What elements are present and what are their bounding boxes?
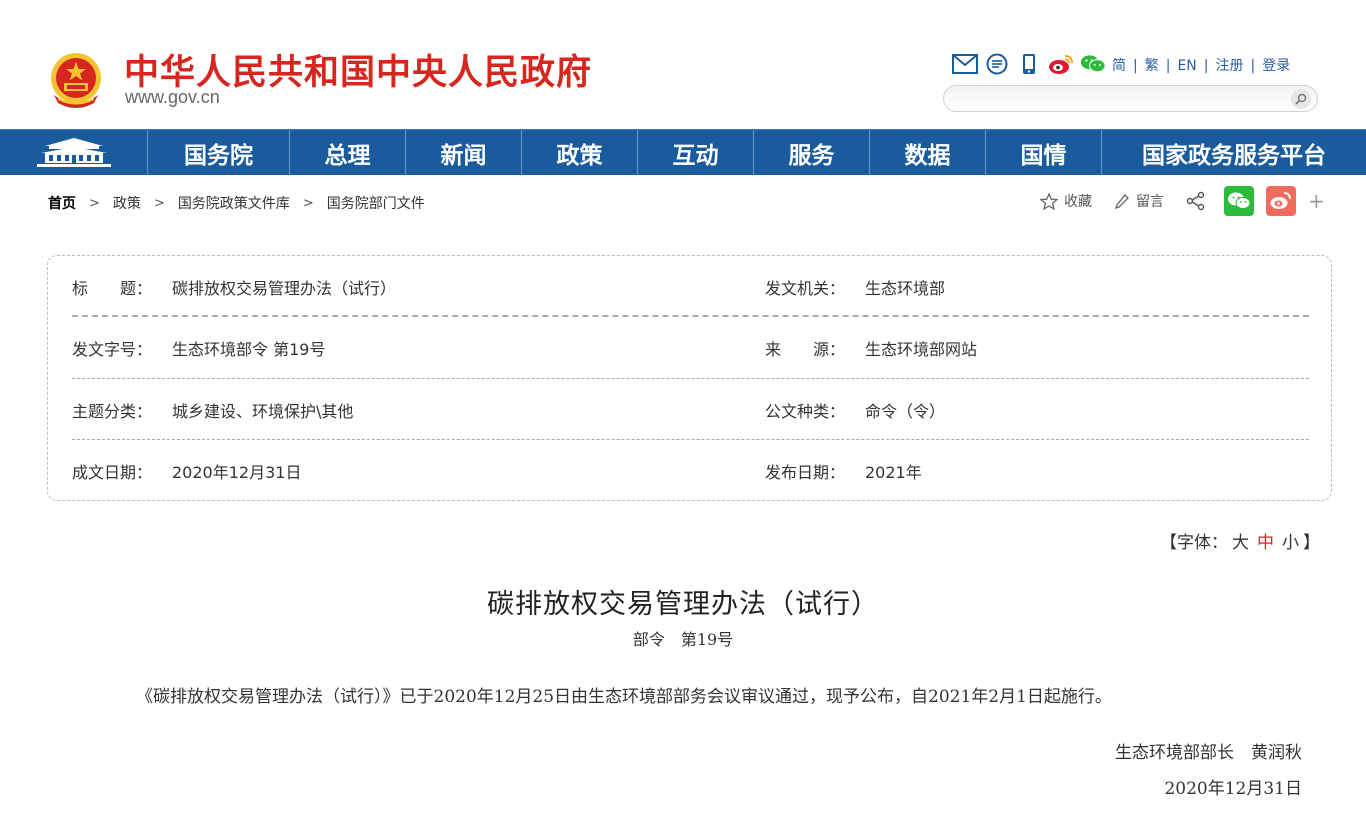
font-size-prefix: 【字体： [1160,533,1228,553]
comment-button[interactable]: 留言 [1114,191,1164,211]
info-row: 发文字号： 生态环境部令 第19号 来 源： 生态环境部网站 [72,317,1309,379]
doc-number-value: 生态环境部令 第19号 [172,340,326,359]
nav-item-national-profile[interactable]: 国情 [986,130,1102,175]
mail-icon[interactable] [952,51,978,77]
nav-item-government-service-platform[interactable]: 国家政务服务平台 [1102,130,1366,175]
divider: | [1203,58,1209,74]
wechat-share-icon[interactable] [1224,186,1254,216]
issuer-value: 生态环境部 [865,279,946,298]
written-date-value: 2020年12月31日 [172,463,302,482]
document-info-table: 标 题： 碳排放权交易管理办法（试行） 发文机关： 生态环境部 发文字号： 生态环境部… [47,255,1332,501]
info-row: 成文日期： 2020年12月31日 发布日期： 2021年 [72,440,1309,501]
register-link[interactable]: 注册 [1215,58,1243,74]
nav-item-policy[interactable]: 政策 [522,130,638,175]
main-nav: 国务院 总理 新闻 政策 互动 服务 数据 国情 国家政务服务平台 [0,129,1366,175]
info-cell-doc-type: 公文种类： 命令（令） [765,398,945,422]
top-icon-bar [952,51,1112,77]
weibo-share-icon[interactable] [1266,186,1296,216]
lang-english-link[interactable]: EN [1177,58,1196,74]
doc-number-label: 发文字号： [72,340,153,359]
search-input[interactable] [956,89,1286,109]
info-row: 标 题： 碳排放权交易管理办法（试行） 发文机关： 生态环境部 [72,256,1309,317]
breadcrumb-department-docs[interactable]: 国务院部门文件 [327,193,425,213]
favorite-label: 收藏 [1064,194,1092,210]
chevron-right-icon: > [302,195,314,211]
nav-item-premier[interactable]: 总理 [290,130,406,175]
article-signer: 生态环境部部长 黄润秋 [1115,743,1302,763]
nav-item-data[interactable]: 数据 [870,130,986,175]
article-body-paragraph: 《碳排放权交易管理办法（试行）》已于2020年12月25日由生态环境部部务会议审… [136,687,1112,707]
title-value: 碳排放权交易管理办法（试行） [172,279,397,298]
comment-label: 留言 [1136,194,1164,210]
star-icon [1040,192,1058,210]
divider: | [1250,58,1256,74]
nav-home-building-icon[interactable] [0,130,148,175]
breadcrumb: 首页 > 政策 > 国务院政策文件库 > 国务院部门文件 [48,193,425,213]
chevron-right-icon: > [153,195,165,211]
language-links: 简 | 繁 | EN | 注册 | 登录 [1112,55,1290,75]
mobile-icon[interactable] [1016,51,1042,77]
article-subtitle: 部令 第19号 [632,630,734,649]
info-cell-written-date: 成文日期： 2020年12月31日 [72,459,301,483]
more-share-plus-icon[interactable]: + [1308,189,1325,213]
divider: | [1165,58,1171,74]
wechat-icon[interactable] [1080,51,1106,77]
source-value: 生态环境部网站 [865,340,978,359]
font-size-suffix: 】 [1303,533,1320,553]
title-label: 标 题： [72,279,153,298]
chat-icon[interactable] [984,51,1010,77]
nav-item-interaction[interactable]: 互动 [638,130,754,175]
info-cell-publish-date: 发布日期： 2021年 [765,459,922,483]
info-cell-title: 标 题： 碳排放权交易管理办法（试行） [72,275,396,299]
pencil-icon [1114,193,1129,209]
share-icon[interactable] [1186,191,1212,211]
site-url[interactable]: www.gov.cn [125,87,220,108]
nav-item-state-council[interactable]: 国务院 [148,130,290,175]
breadcrumb-home[interactable]: 首页 [48,193,76,213]
info-cell-issuer: 发文机关： 生态环境部 [765,275,945,299]
national-emblem-icon[interactable] [48,51,104,109]
info-cell-topic: 主题分类： 城乡建设、环境保护\其他 [72,398,353,422]
search-icon[interactable] [1291,89,1311,109]
info-cell-source: 来 源： 生态环境部网站 [765,336,977,360]
doc-type-value: 命令（令） [865,402,946,421]
login-link[interactable]: 登录 [1262,58,1290,74]
share-bar: 收藏 留言 + [1040,186,1325,216]
publish-date-label: 发布日期： [765,463,846,482]
source-label: 来 源： [765,340,846,359]
font-size-large-button[interactable]: 大 [1232,533,1249,553]
doc-type-label: 公文种类： [765,402,846,421]
favorite-button[interactable]: 收藏 [1040,191,1092,211]
font-size-small-button[interactable]: 小 [1282,533,1299,553]
article-title: 碳排放权交易管理办法（试行） [487,589,879,620]
publish-date-value: 2021年 [865,463,922,482]
info-row: 主题分类： 城乡建设、环境保护\其他 公文种类： 命令（令） [72,379,1309,440]
divider: | [1133,58,1138,74]
breadcrumb-policy[interactable]: 政策 [113,193,141,213]
font-size-selector: 【字体：大中小】 [1160,528,1320,553]
nav-item-services[interactable]: 服务 [754,130,870,175]
written-date-label: 成文日期： [72,463,153,482]
search-box [943,85,1318,112]
lang-traditional-link[interactable]: 繁 [1145,58,1159,74]
breadcrumb-policy-library[interactable]: 国务院政策文件库 [178,193,290,213]
info-cell-doc-number: 发文字号： 生态环境部令 第19号 [72,336,325,360]
issuer-label: 发文机关： [765,279,846,298]
site-header: 中华人民共和国中央人民政府 www.gov.cn 简 | 繁 | EN | 注册 | 登录 [0,0,1366,129]
lang-simplified-link[interactable]: 简 [1112,58,1126,74]
topic-label: 主题分类： [72,402,153,421]
weibo-icon[interactable] [1048,51,1074,77]
font-size-medium-button[interactable]: 中 [1257,533,1274,553]
nav-item-news[interactable]: 新闻 [406,130,522,175]
topic-value: 城乡建设、环境保护\其他 [172,402,354,421]
chevron-right-icon: > [89,195,100,211]
article-sign-date: 2020年12月31日 [1164,779,1302,799]
